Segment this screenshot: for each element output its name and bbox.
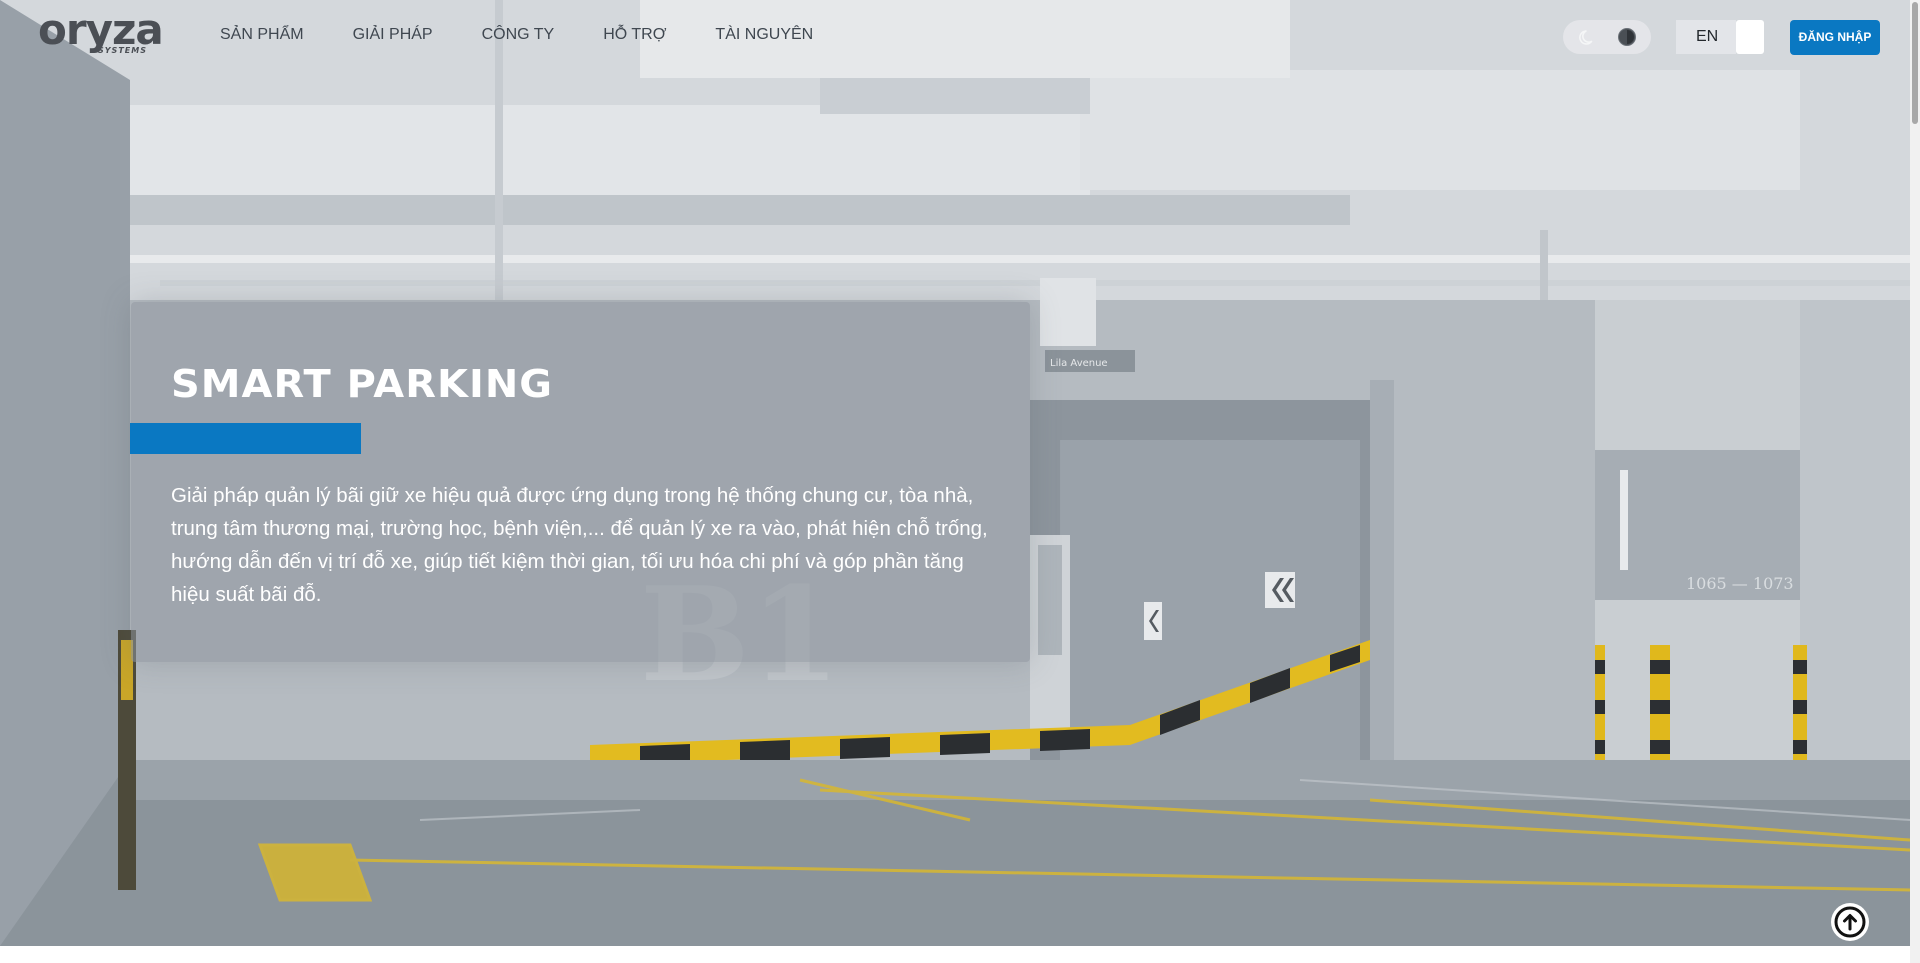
below-hero-area: [0, 946, 1910, 963]
nav-item-products[interactable]: SẢN PHẨM: [220, 26, 304, 44]
contrast-icon[interactable]: [1617, 27, 1637, 47]
oryza-logo[interactable]: oryza SYSTEMS: [38, 6, 164, 56]
page-scrollbar[interactable]: [1910, 0, 1920, 963]
main-nav: SẢN PHẨM GIẢI PHÁP CÔNG TY HỖ TRỢ TÀI NG…: [220, 26, 862, 44]
hero-accent-bar: [130, 423, 361, 454]
nav-item-solutions[interactable]: GIẢI PHÁP: [353, 26, 433, 44]
nav-item-resources[interactable]: TÀI NGUYÊN: [715, 26, 813, 44]
page: B1 1065 — 1073 Lila Avenue oryza S: [0, 0, 1920, 963]
language-selector[interactable]: EN: [1676, 20, 1736, 54]
language-dropdown-box[interactable]: [1736, 20, 1764, 54]
login-button[interactable]: ĐĂNG NHẬP: [1790, 20, 1880, 55]
street-sign-text: Lila Avenue: [1050, 358, 1108, 369]
arrow-up-circle-icon: [1834, 906, 1866, 938]
scroll-to-top-button[interactable]: [1831, 903, 1869, 941]
nav-item-support[interactable]: HỖ TRỢ: [603, 26, 666, 44]
pillar-sign-text: 1065 — 1073: [1686, 574, 1794, 593]
hero-description: Giải pháp quản lý bãi giữ xe hiệu quả đư…: [171, 484, 988, 606]
hero-title: SMART PARKING: [171, 362, 554, 406]
moon-icon[interactable]: [1579, 28, 1597, 46]
site-header: oryza SYSTEMS SẢN PHẨM GIẢI PHÁP CÔNG TY…: [0, 0, 1910, 74]
hero-card: SMART PARKING Giải pháp quản lý bãi giữ …: [130, 302, 1030, 662]
scrollbar-thumb[interactable]: [1912, 2, 1918, 124]
theme-toggle[interactable]: [1563, 20, 1651, 54]
nav-item-company[interactable]: CÔNG TY: [482, 26, 555, 44]
logo-subtitle: SYSTEMS: [98, 46, 147, 55]
